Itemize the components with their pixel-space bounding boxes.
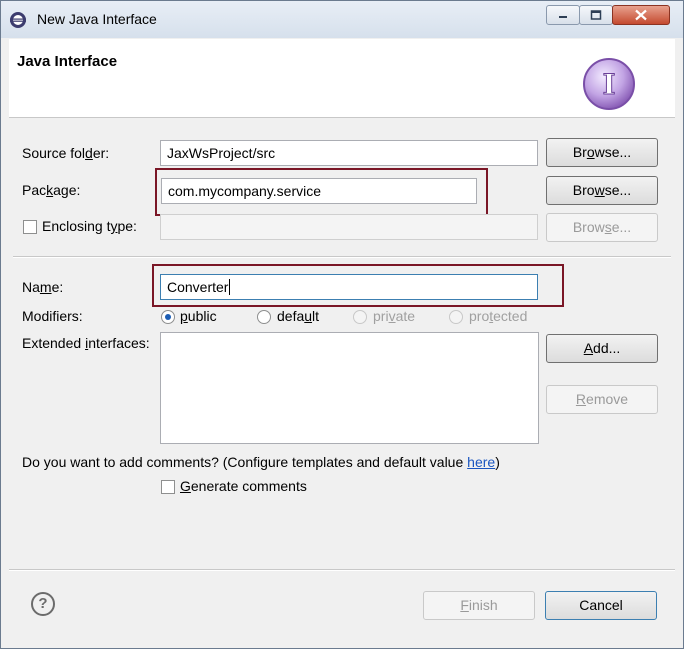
window-title: New Java Interface <box>37 11 157 27</box>
eclipse-app-icon <box>10 12 26 28</box>
public-label: public <box>180 308 217 324</box>
wizard-header: Java Interface I <box>9 39 675 118</box>
package-label: Package: <box>22 182 81 198</box>
finish-button[interactable]: Finish <box>423 591 535 620</box>
source-folder-input[interactable]: JaxWsProject/src <box>160 140 538 166</box>
enclosing-type-input[interactable] <box>160 214 538 240</box>
generate-comments-label: Generate comments <box>180 478 307 494</box>
close-icon <box>635 9 647 21</box>
add-interface-button[interactable]: Add... <box>546 334 658 363</box>
private-label: private <box>373 308 416 324</box>
browse-package-button[interactable]: Browse... <box>546 176 658 205</box>
private-radio[interactable] <box>353 310 367 324</box>
maximize-icon <box>590 10 602 20</box>
protected-radio[interactable] <box>449 310 463 324</box>
wizard-title: Java Interface <box>17 53 118 70</box>
configure-templates-link[interactable]: here <box>467 454 495 470</box>
title-bar: New Java Interface <box>1 1 683 38</box>
help-icon[interactable]: ? <box>31 592 55 616</box>
separator <box>13 256 671 258</box>
logo-letter: I <box>602 68 615 101</box>
source-folder-label: Source folder: <box>22 145 110 161</box>
default-radio[interactable] <box>257 310 271 324</box>
browse-source-folder-button[interactable]: Browse... <box>546 138 658 167</box>
browse-enclosing-type-button[interactable]: Browse... <box>546 213 658 242</box>
wizard-body: Source folder: JaxWsProject/src Browse..… <box>9 118 675 640</box>
remove-interface-button[interactable]: Remove <box>546 385 658 414</box>
footer-separator <box>9 569 675 571</box>
package-input[interactable]: com.mycompany.service <box>161 178 477 204</box>
generate-comments-checkbox[interactable] <box>161 480 175 494</box>
name-input[interactable]: Converter <box>160 274 538 300</box>
protected-label: protected <box>469 308 528 324</box>
extended-interfaces-label: Extended interfaces: <box>22 335 150 351</box>
name-label: Name: <box>22 279 64 295</box>
dialog-window: New Java Interface Java Interface I Sour… <box>0 0 684 649</box>
default-label: default <box>277 308 320 324</box>
modifiers-label: Modifiers: <box>22 308 83 324</box>
comments-prompt: Do you want to add comments? (Configure … <box>22 454 500 470</box>
public-radio[interactable] <box>161 310 175 324</box>
cancel-button[interactable]: Cancel <box>545 591 657 620</box>
minimize-button[interactable] <box>546 5 580 25</box>
close-button[interactable] <box>612 5 670 25</box>
interface-I-icon: I <box>583 58 635 110</box>
enclosing-type-checkbox[interactable] <box>23 220 37 234</box>
maximize-button[interactable] <box>579 5 613 25</box>
minimize-icon <box>559 16 567 18</box>
extended-interfaces-list[interactable] <box>160 332 539 444</box>
enclosing-type-label: Enclosing type: <box>42 218 137 234</box>
